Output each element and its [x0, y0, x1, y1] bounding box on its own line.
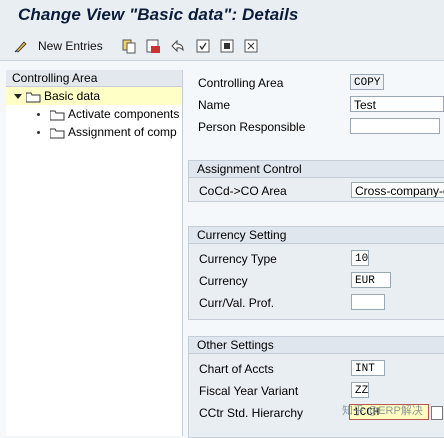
folder-icon [49, 108, 65, 121]
curr-val-profile-row: Curr/Val. Prof. [189, 292, 444, 314]
currency-type-row: Currency Type 10 [189, 248, 444, 270]
select-all-button[interactable] [195, 38, 211, 54]
select-all-icon [195, 38, 211, 54]
person-responsible-field[interactable] [350, 118, 440, 134]
copy-button[interactable] [121, 38, 137, 54]
copy-icon [121, 38, 137, 54]
group-title: Assignment Control [189, 161, 444, 178]
tree-item-label: Assignment of comp [68, 125, 177, 139]
coco-field[interactable]: Cross-company-c [351, 182, 444, 198]
group-title: Currency Setting [189, 227, 444, 244]
currency-type-label: Currency Type [199, 252, 277, 266]
new-entries-label: New Entries [38, 39, 103, 53]
coco-label: CoCd->CO Area [199, 184, 287, 198]
currency-label: Currency [199, 274, 248, 288]
chart-of-accounts-field[interactable]: INT [351, 360, 385, 376]
bullet-icon [37, 113, 40, 116]
deselect-all-button[interactable] [243, 38, 259, 54]
navigation-tree: Controlling Area Basic data Activate com… [6, 70, 183, 436]
watermark: 知乎 @ERP解决 [342, 405, 423, 417]
undo-button[interactable] [169, 38, 185, 54]
expand-triangle-icon[interactable] [14, 94, 22, 99]
controlling-area-label: Controlling Area [198, 76, 284, 90]
chart-of-accounts-label: Chart of Accts [199, 362, 274, 376]
application-toolbar: New Entries [0, 32, 444, 61]
search-help-icon[interactable] [431, 406, 443, 420]
bullet-icon [37, 131, 40, 134]
folder-icon [49, 126, 65, 139]
tree-item-activate-components[interactable]: Activate components [6, 105, 182, 123]
name-field[interactable]: Test [350, 96, 444, 112]
currency-setting-group: Currency Setting Currency Type 10 Curren… [188, 226, 444, 320]
currency-field[interactable]: EUR [351, 272, 391, 288]
chart-of-accounts-row: Chart of Accts INT [189, 358, 444, 380]
tree-item-assignment[interactable]: Assignment of comp [6, 123, 182, 141]
fiscal-year-variant-row: Fiscal Year Variant ZZ [189, 380, 444, 402]
tree-item-label: Basic data [44, 89, 101, 103]
person-responsible-row: Person Responsible [188, 116, 444, 138]
curr-val-profile-field[interactable] [351, 294, 385, 310]
group-title: Other Settings [189, 337, 444, 354]
currency-row: Currency EUR [189, 270, 444, 292]
new-entries-button[interactable]: New Entries [14, 38, 103, 54]
controlling-area-field[interactable]: COPY [350, 74, 384, 90]
curr-val-profile-label: Curr/Val. Prof. [199, 296, 275, 310]
cctr-std-hierarchy-label: CCtr Std. Hierarchy [199, 406, 304, 420]
person-responsible-label: Person Responsible [198, 120, 306, 134]
other-settings-group: Other Settings Chart of Accts INT Fiscal… [188, 336, 444, 438]
select-block-icon [219, 38, 235, 54]
delete-button[interactable] [145, 38, 161, 54]
currency-type-field[interactable]: 10 [351, 250, 369, 266]
open-folder-icon [25, 90, 41, 103]
detail-panel: Controlling Area COPY Name Test Person R… [188, 68, 444, 438]
tree-item-basic-data[interactable]: Basic data [6, 87, 182, 105]
undo-icon [169, 38, 185, 54]
title-bar: Change View "Basic data": Details [0, 0, 444, 32]
tree-item-label: Activate components [68, 107, 180, 121]
deselect-all-icon [243, 38, 259, 54]
coco-row: CoCd->CO Area Cross-company-c [189, 180, 444, 202]
page-title: Change View "Basic data": Details [18, 5, 299, 24]
fiscal-year-variant-label: Fiscal Year Variant [199, 384, 299, 398]
fiscal-year-variant-field[interactable]: ZZ [351, 382, 369, 398]
assignment-control-group: Assignment Control CoCd->CO Area Cross-c… [188, 160, 444, 202]
delete-icon [145, 38, 161, 54]
controlling-area-row: Controlling Area COPY [188, 72, 444, 94]
name-label: Name [198, 98, 231, 112]
tree-header: Controlling Area [6, 70, 182, 87]
name-row: Name Test [188, 94, 444, 116]
pen-icon [14, 38, 30, 54]
select-block-button[interactable] [219, 38, 235, 54]
